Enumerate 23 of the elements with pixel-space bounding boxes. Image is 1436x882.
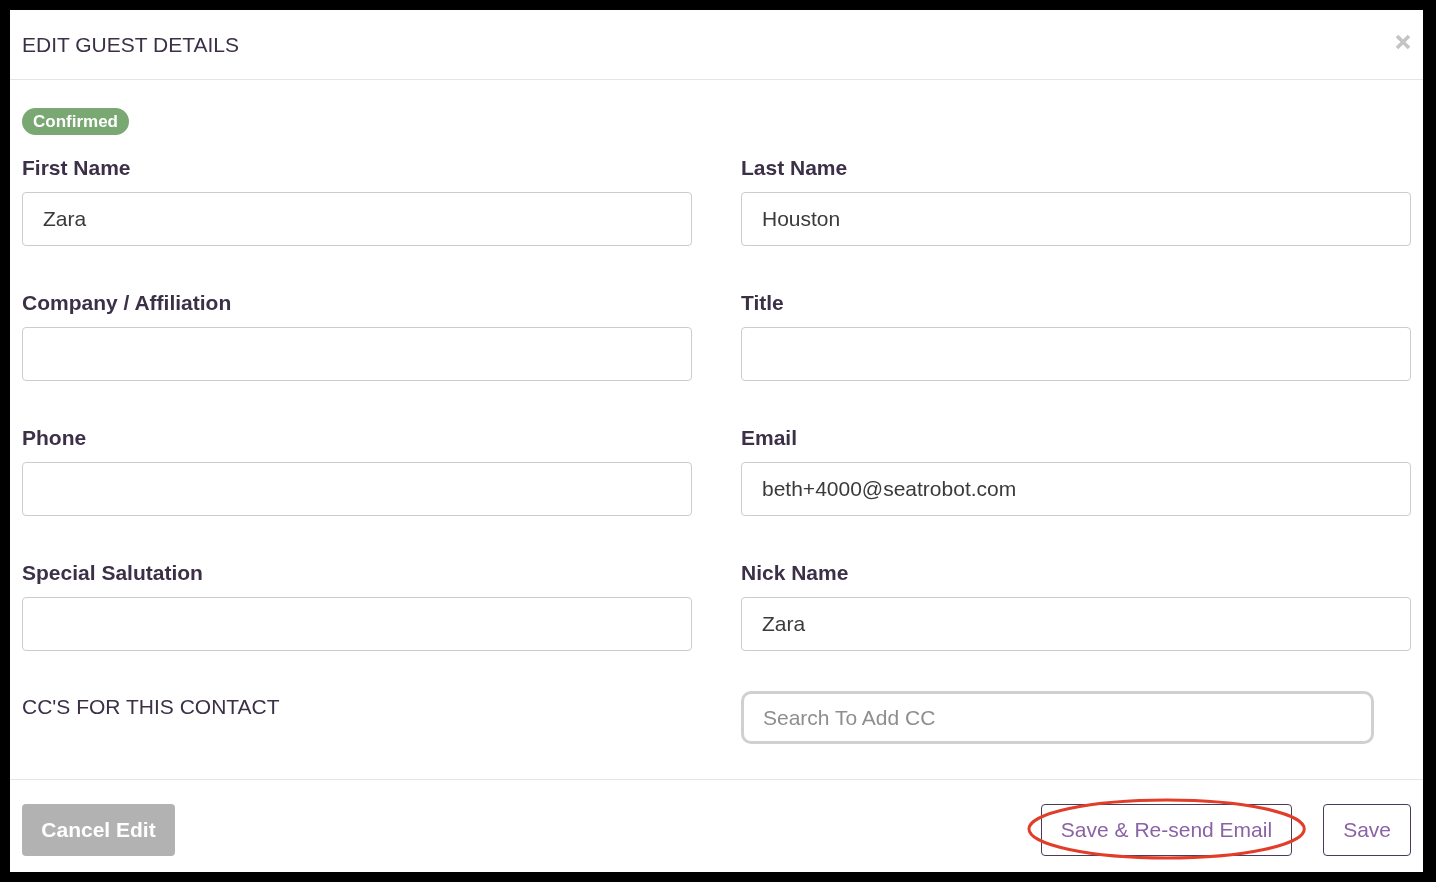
dialog-title: EDIT GUEST DETAILS	[22, 32, 240, 57]
close-icon[interactable]	[1395, 33, 1411, 50]
field-label: Last Name	[741, 156, 848, 180]
search-field[interactable]: Search To Add CC	[741, 691, 1374, 744]
footer-button[interactable]: Save & Re-send Email	[1040, 804, 1293, 856]
input-field[interactable]: beth+4000@seatrobot.com	[741, 462, 1411, 516]
field-label: Phone	[22, 426, 87, 450]
field-label: Email	[741, 426, 798, 450]
input-field[interactable]	[22, 597, 692, 651]
input-field[interactable]	[741, 327, 1411, 381]
status-badge: Confirmed	[22, 108, 129, 135]
field-label: Special Salutation	[22, 561, 203, 585]
input-field[interactable]	[22, 327, 692, 381]
field-label: Company / Affiliation	[22, 291, 232, 315]
input-field[interactable]	[22, 462, 692, 516]
field-label: First Name	[22, 156, 131, 180]
field-label: Nick Name	[741, 561, 849, 585]
input-field[interactable]: Zara	[22, 192, 692, 246]
footer-button[interactable]: Save	[1323, 804, 1411, 856]
input-field[interactable]: Zara	[741, 597, 1411, 651]
input-field[interactable]: Houston	[741, 192, 1411, 246]
field-label: Title	[741, 291, 784, 315]
cc-label: CC'S FOR THIS CONTACT	[22, 695, 280, 719]
